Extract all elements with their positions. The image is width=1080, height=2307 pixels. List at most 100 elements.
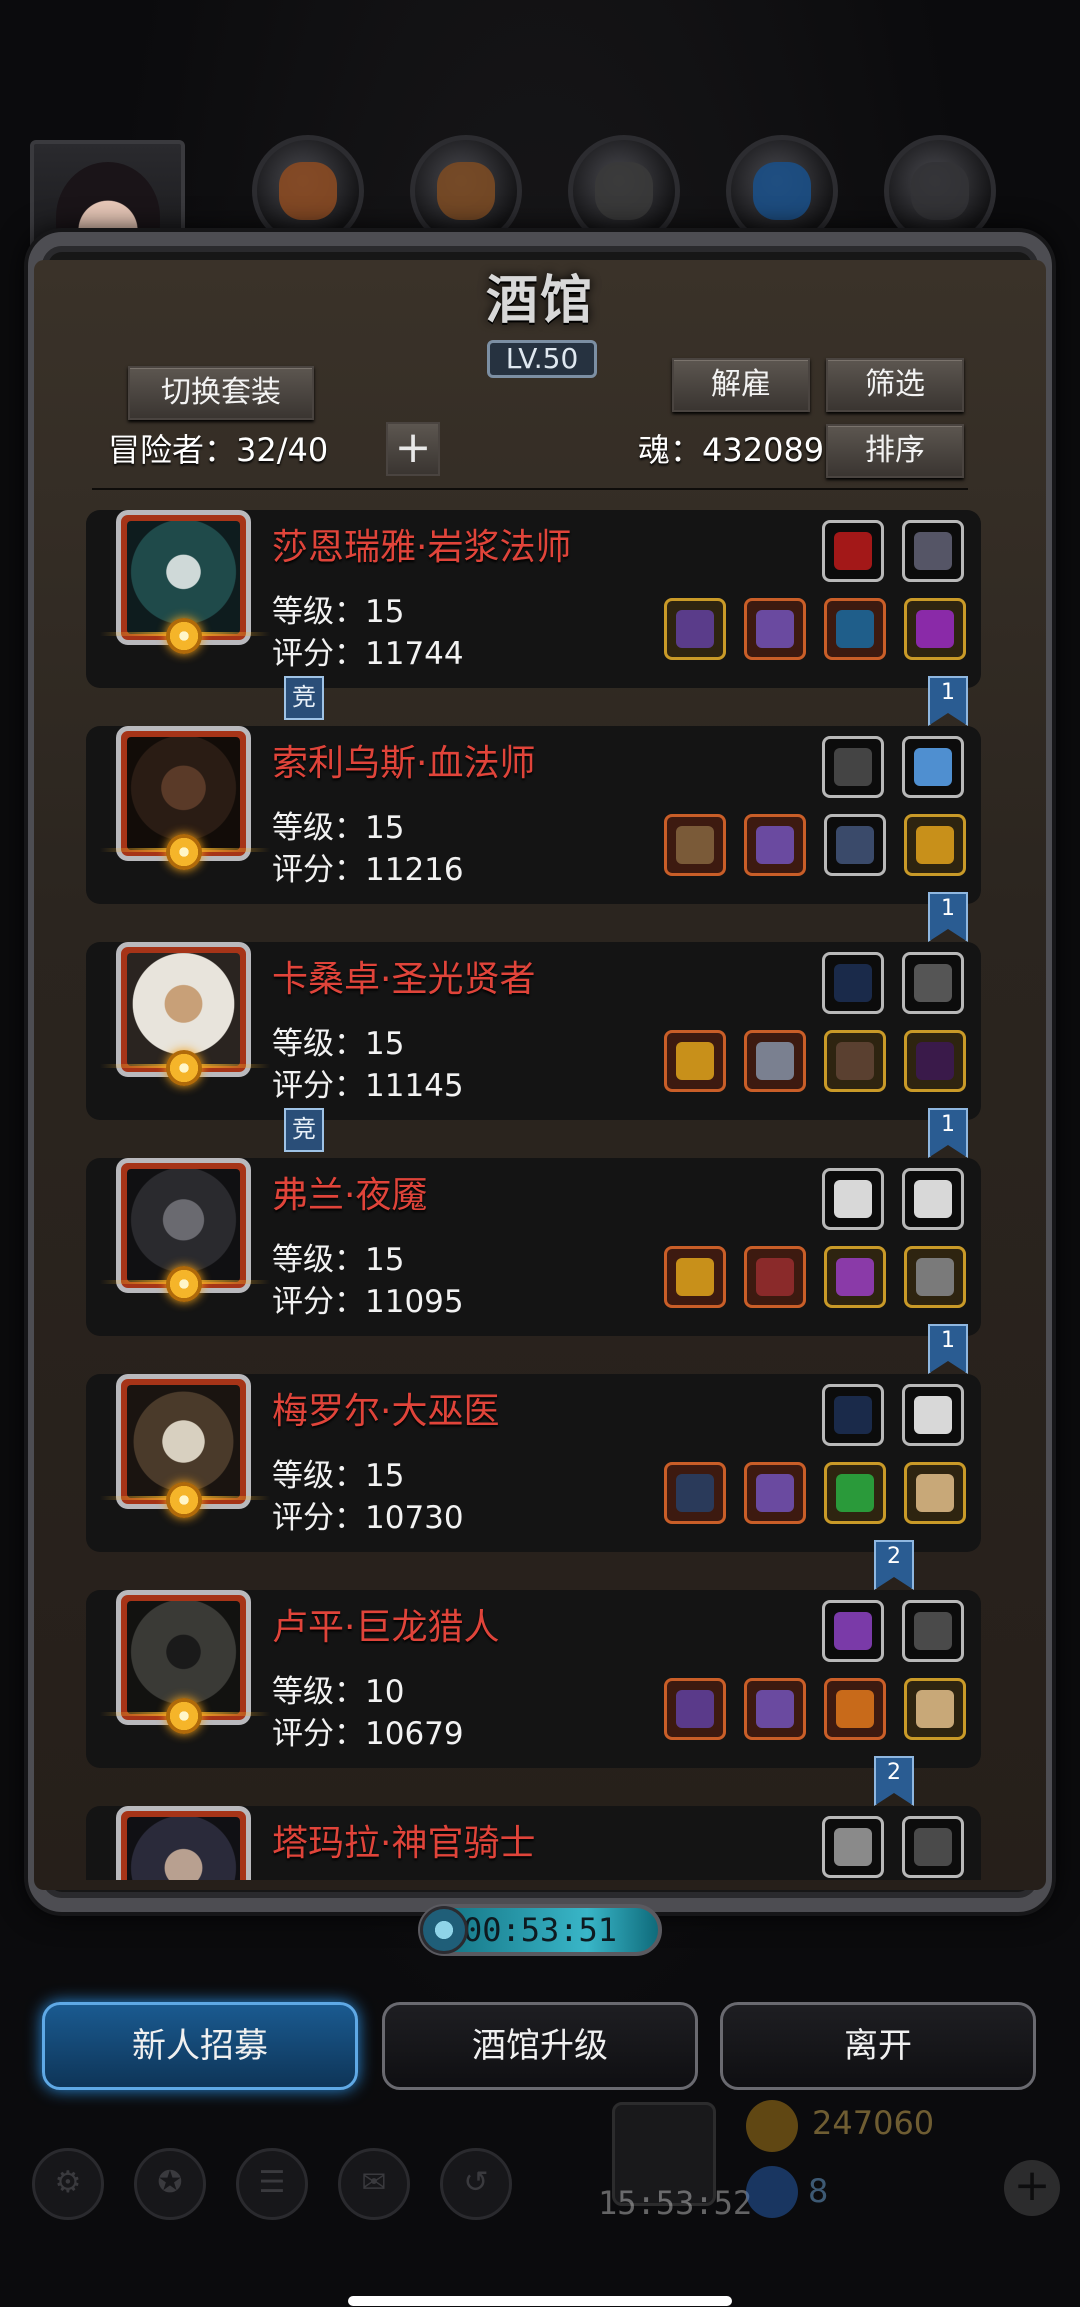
rank-ribbon: 2 bbox=[874, 1540, 914, 1590]
sword-slot-icon[interactable] bbox=[664, 1678, 726, 1740]
compete-tag: 竞 bbox=[284, 676, 324, 720]
upgrade-tavern-button[interactable]: 酒馆升级 bbox=[382, 2002, 698, 2090]
gold-amount: 247060 bbox=[812, 2104, 935, 2142]
hero-list[interactable]: 莎恩瑞雅·岩浆法师 等级：15 评分：11744 竞 1 索利乌斯·血法师 等级… bbox=[86, 510, 981, 1880]
clock-icon bbox=[420, 1906, 468, 1954]
rune-slot-icon[interactable] bbox=[904, 1462, 966, 1524]
sword-slot-icon[interactable] bbox=[822, 736, 884, 798]
hero-card[interactable]: 索利乌斯·血法师 等级：15 评分：11216 1 bbox=[86, 726, 981, 942]
hero-name: 塔玛拉·神官骑士 bbox=[272, 1823, 536, 1864]
tavern-title: 酒馆 bbox=[485, 270, 594, 331]
rank-ribbon: 1 bbox=[928, 1108, 968, 1158]
recruit-button[interactable]: 新人招募 bbox=[42, 2002, 358, 2090]
crest-slot-icon[interactable] bbox=[822, 1816, 884, 1878]
hero-level: 等级：15 bbox=[272, 594, 405, 630]
hero-name: 索利乌斯·血法师 bbox=[272, 743, 536, 784]
header-divider bbox=[92, 488, 968, 490]
filter-button[interactable]: 筛选 bbox=[826, 358, 964, 412]
crystal-resource-orb[interactable] bbox=[726, 135, 838, 247]
plank-resource-orb[interactable] bbox=[410, 135, 522, 247]
armor-slot-icon[interactable] bbox=[744, 814, 806, 876]
add-slot-button[interactable]: + bbox=[386, 422, 440, 476]
mask-slot-icon[interactable] bbox=[824, 1030, 886, 1092]
home-indicator bbox=[348, 2296, 732, 2306]
armor-slot-icon[interactable] bbox=[744, 598, 806, 660]
hero-card[interactable]: 莎恩瑞雅·岩浆法师 等级：15 评分：11744 竞 1 bbox=[86, 510, 981, 726]
tavern-level-badge: LV.50 bbox=[487, 340, 597, 378]
soul-count: 魂：432089 bbox=[638, 431, 825, 469]
armor-slot-icon[interactable] bbox=[744, 1462, 806, 1524]
spark-slot-icon[interactable] bbox=[904, 1030, 966, 1092]
feather-slot-icon[interactable] bbox=[902, 1600, 964, 1662]
armor-slot-icon[interactable] bbox=[744, 1246, 806, 1308]
hero-card[interactable]: 卢平·巨龙猎人 等级：10 评分：10679 2 bbox=[86, 1590, 981, 1806]
dagger-slot-icon[interactable] bbox=[902, 952, 964, 1014]
gold-coin-icon bbox=[746, 2100, 798, 2152]
hero-name: 卢平·巨龙猎人 bbox=[272, 1607, 500, 1648]
crest-slot-icon[interactable] bbox=[822, 520, 884, 582]
ring-slot-icon[interactable] bbox=[904, 814, 966, 876]
ring-slot-icon[interactable] bbox=[904, 1246, 966, 1308]
adventurers-count: 冒险者：32/40 bbox=[108, 431, 329, 469]
star-badge-icon[interactable]: ✪ bbox=[134, 2148, 206, 2220]
hero-card[interactable]: 梅罗尔·大巫医 等级：15 评分：10730 2 bbox=[86, 1374, 981, 1590]
gift-timer: 15:53:52 bbox=[598, 2184, 753, 2222]
hero-level: 等级：10 bbox=[272, 1674, 405, 1710]
hero-name: 弗兰·夜魇 bbox=[272, 1175, 428, 1216]
rune-slot-icon[interactable] bbox=[904, 1678, 966, 1740]
wing-slot-icon[interactable] bbox=[902, 1384, 964, 1446]
gem-amount: 8 bbox=[808, 2172, 829, 2210]
wing-slot-icon[interactable] bbox=[902, 1168, 964, 1230]
ring-slot-icon[interactable] bbox=[824, 1246, 886, 1308]
hero-level: 等级：15 bbox=[272, 1458, 405, 1494]
staff-slot-icon[interactable] bbox=[664, 598, 726, 660]
bow-slot-icon[interactable] bbox=[822, 1384, 884, 1446]
sort-button[interactable]: 排序 bbox=[826, 424, 964, 478]
star-icon bbox=[166, 618, 202, 654]
wing-slot-icon[interactable] bbox=[822, 1168, 884, 1230]
iron-resource-orb[interactable] bbox=[568, 135, 680, 247]
mask-slot-icon[interactable] bbox=[902, 520, 964, 582]
staff-slot-icon[interactable] bbox=[664, 814, 726, 876]
crest-slot-icon[interactable] bbox=[822, 1600, 884, 1662]
star-icon bbox=[166, 1050, 202, 1086]
hero-card[interactable]: 卡桑卓·圣光贤者 等级：15 评分：11145 竞 1 bbox=[86, 942, 981, 1158]
ring-slot-icon[interactable] bbox=[904, 598, 966, 660]
share-icon[interactable]: ↺ bbox=[440, 2148, 512, 2220]
hero-score: 评分：11095 bbox=[272, 1284, 464, 1320]
wand-slot-icon[interactable] bbox=[664, 1462, 726, 1524]
hammer-slot-icon[interactable] bbox=[664, 1030, 726, 1092]
hero-card[interactable]: 弗兰·夜魇 等级：15 评分：11095 1 bbox=[86, 1158, 981, 1374]
star-icon bbox=[166, 834, 202, 870]
switch-outfit-button[interactable]: 切换套装 bbox=[128, 366, 314, 420]
mail-icon[interactable]: ✉ bbox=[338, 2148, 410, 2220]
hero-card[interactable]: 塔玛拉·神官骑士 bbox=[86, 1806, 981, 1880]
rank-ribbon: 1 bbox=[928, 676, 968, 726]
rank-ribbon: 2 bbox=[874, 1756, 914, 1806]
glove-slot-icon[interactable] bbox=[824, 1462, 886, 1524]
wood-resource-orb[interactable] bbox=[252, 135, 364, 247]
add-currency-icon[interactable]: + bbox=[1004, 2160, 1060, 2216]
feather-slot-icon[interactable] bbox=[902, 1816, 964, 1878]
settings-gear-icon[interactable]: ⚙ bbox=[32, 2148, 104, 2220]
glove-slot-icon[interactable] bbox=[824, 598, 886, 660]
hero-name: 莎恩瑞雅·岩浆法师 bbox=[272, 527, 572, 568]
hero-score: 评分：10679 bbox=[272, 1716, 464, 1752]
sword-slot-icon[interactable] bbox=[664, 1246, 726, 1308]
armor-slot-icon[interactable] bbox=[744, 1030, 806, 1092]
feather-slot-icon[interactable] bbox=[902, 736, 964, 798]
hero-score: 评分：11145 bbox=[272, 1068, 464, 1104]
cross-slot-icon[interactable] bbox=[824, 814, 886, 876]
hero-level: 等级：15 bbox=[272, 810, 405, 846]
stone-resource-orb[interactable] bbox=[884, 135, 996, 247]
rank-ribbon: 1 bbox=[928, 892, 968, 942]
hero-score: 评分：10730 bbox=[272, 1500, 464, 1536]
star-icon bbox=[166, 1482, 202, 1518]
star-icon bbox=[166, 1698, 202, 1734]
leave-button[interactable]: 离开 bbox=[720, 2002, 1036, 2090]
scroll-icon[interactable]: ☰ bbox=[236, 2148, 308, 2220]
armor-slot-icon[interactable] bbox=[744, 1678, 806, 1740]
dismiss-button[interactable]: 解雇 bbox=[672, 358, 810, 412]
ring-slot-icon[interactable] bbox=[824, 1678, 886, 1740]
bow-slot-icon[interactable] bbox=[822, 952, 884, 1014]
